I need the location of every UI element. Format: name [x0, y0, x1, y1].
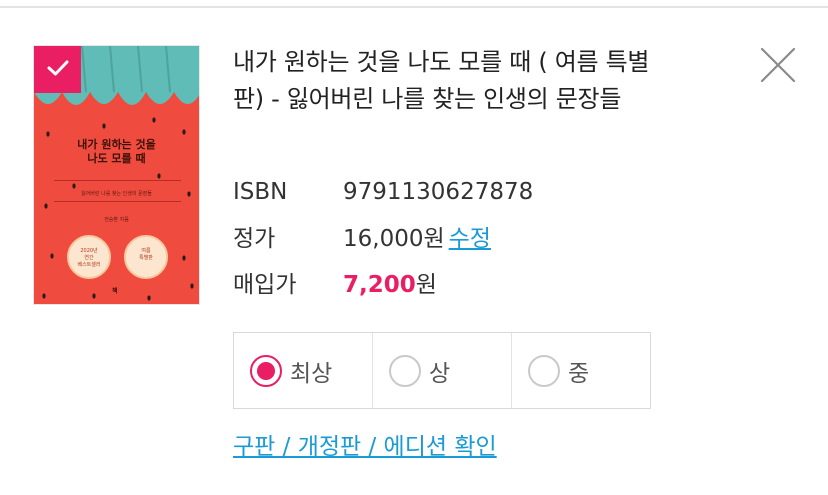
- isbn-value: 9791130627878: [343, 179, 534, 205]
- cover-seeds: [42, 173, 194, 301]
- radio-empty-icon: [389, 354, 421, 387]
- price-label: 정가: [233, 226, 276, 252]
- price-value: 16,000원: [343, 226, 445, 252]
- condition-selector: 최상 상 중: [233, 332, 651, 409]
- condition-option-best[interactable]: 최상: [234, 333, 372, 408]
- top-divider: [0, 6, 828, 8]
- edition-check-link[interactable]: 구판 / 개정판 / 에디션 확인: [233, 430, 497, 464]
- condition-label: 중: [568, 360, 590, 387]
- check-icon: [47, 59, 69, 81]
- book-cover[interactable]: 내가 원하는 것을 나도 모를 때 잃어버린 나를 찾는 인생의 문장들 전승환…: [33, 45, 200, 305]
- condition-option-fair[interactable]: 중: [511, 333, 650, 408]
- cover-author: 전승환 지음: [104, 217, 129, 223]
- cover-rule-top: [54, 180, 181, 181]
- book-title: 내가 원하는 것을 나도 모를 때 ( 여름 특별판) - 잃어버린 나를 찾는…: [233, 48, 650, 113]
- isbn-label: ISBN: [233, 179, 288, 205]
- buy-price-amount: 7,200: [343, 272, 416, 298]
- buy-price-value: 7,200원: [343, 269, 437, 301]
- cover-title: 내가 원하는 것을 나도 모를 때: [77, 138, 156, 165]
- condition-option-good[interactable]: 상: [372, 333, 511, 408]
- edit-price-link[interactable]: 수정: [449, 226, 491, 252]
- cover-publisher-mark: 책: [112, 288, 118, 295]
- selected-checkbox[interactable]: [34, 46, 81, 93]
- radio-selected-icon: [250, 354, 282, 387]
- cover-seal-special: 여름 특별판: [124, 235, 168, 279]
- price-value-group: 16,000원 수정: [343, 223, 491, 255]
- buy-price-label: 매입가: [233, 272, 297, 298]
- radio-empty-icon: [528, 354, 560, 387]
- cover-seal-bestseller: 2020년 연간 베스트셀러: [67, 235, 111, 279]
- close-button[interactable]: [758, 45, 798, 85]
- condition-label: 상: [429, 360, 451, 387]
- buy-price-unit: 원: [415, 272, 437, 298]
- cover-rule-bottom: [54, 201, 181, 202]
- cover-subtitle: 잃어버린 나를 찾는 인생의 문장들: [81, 191, 152, 197]
- close-icon: [758, 47, 798, 89]
- condition-label: 최상: [290, 360, 333, 387]
